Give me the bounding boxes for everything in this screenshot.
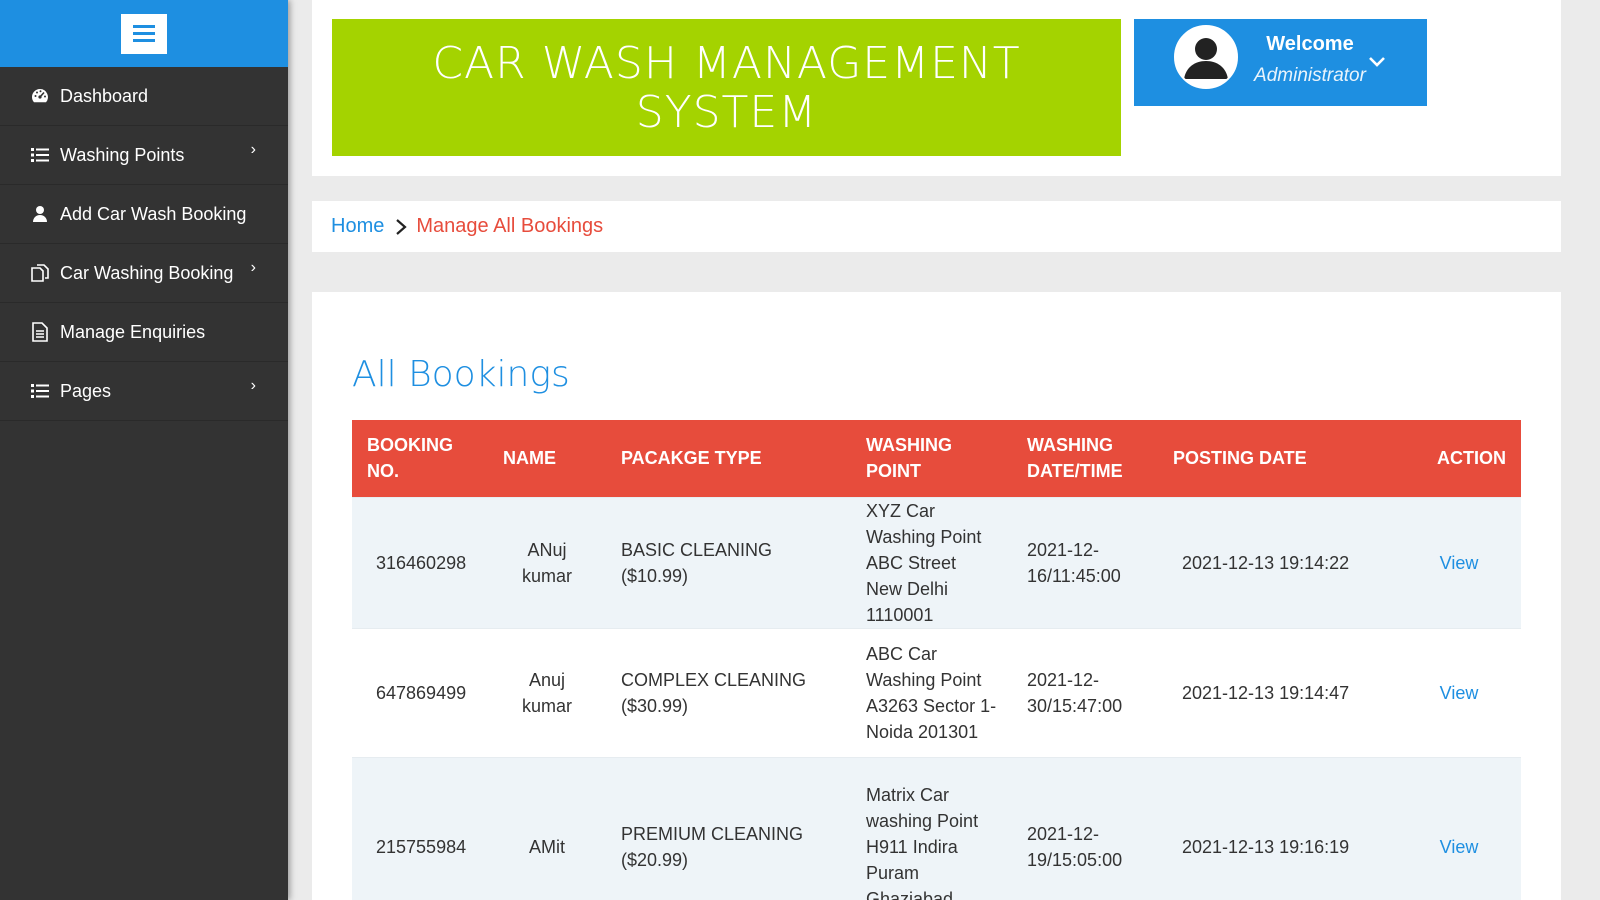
hamburger-icon-bar — [133, 32, 155, 35]
hamburger-icon-bar — [133, 25, 155, 28]
sidebar-item-label: Washing Points — [60, 144, 185, 165]
sidebar-nav: Dashboard Washing Points › Add Car Wash … — [0, 67, 288, 421]
view-booking-link[interactable]: View — [1440, 553, 1479, 573]
column-header-posting-date: POSTING DATE — [1173, 448, 1307, 469]
document-icon — [29, 321, 51, 343]
cell-booking-no: 647869499 — [352, 627, 488, 757]
cell-name: AMit — [488, 756, 606, 900]
cell-washing-point: Matrix Car washing Point H911 Indira Pur… — [851, 756, 1012, 900]
app-title-line2: SYSTEM — [635, 86, 818, 138]
cell-name: Anuj kumar — [488, 627, 606, 757]
sidebar-item-car-washing-booking[interactable]: Car Washing Booking › — [0, 244, 288, 303]
user-role: Administrator — [1254, 65, 1366, 86]
chevron-right-icon: › — [250, 141, 256, 158]
page-title: All Bookings — [352, 354, 570, 395]
sidebar-item-label: Dashboard — [60, 85, 149, 106]
breadcrumb-current: Manage All Bookings — [416, 215, 604, 237]
table-header-row: BOOKING NO. NAME PACAKGE TYPE WASHING PO… — [352, 420, 1521, 497]
cell-posting-date: 2021-12-13 19:16:19 — [1158, 756, 1397, 900]
chevron-right-icon: › — [250, 377, 256, 394]
chevron-right-icon — [394, 218, 408, 236]
sidebar-header — [0, 0, 288, 67]
cell-booking-no: 316460298 — [352, 496, 488, 628]
cell-booking-no: 215755984 — [352, 756, 488, 900]
app-title-banner: CAR WASH MANAGEMENT SYSTEM — [332, 19, 1121, 156]
chevron-down-icon — [1369, 57, 1385, 67]
welcome-label: Welcome — [1266, 33, 1354, 55]
sidebar-item-add-car-wash-booking[interactable]: Add Car Wash Booking — [0, 185, 288, 244]
copy-icon — [29, 262, 51, 284]
user-menu-dropdown[interactable]: Welcome Administrator — [1134, 19, 1427, 106]
column-header-action: ACTION — [1437, 448, 1506, 469]
cell-wash-datetime: 2021-12-19/15:05:00 — [1012, 756, 1158, 900]
column-header-washing-point: WASHING POINT — [866, 435, 953, 482]
header-card: CAR WASH MANAGEMENT SYSTEM Welcome Admin… — [312, 0, 1561, 176]
cell-washing-point: XYZ Car Washing Point ABC Street New Del… — [851, 496, 1012, 628]
bookings-table-wrapper: BOOKING NO. NAME PACAKGE TYPE WASHING PO… — [352, 420, 1521, 900]
list-icon — [29, 380, 51, 402]
view-booking-link[interactable]: View — [1440, 837, 1479, 857]
cell-package: BASIC CLEANING ($10.99) — [606, 496, 851, 628]
sidebar-item-pages[interactable]: Pages › — [0, 362, 288, 421]
sidebar-item-label: Car Washing Booking — [60, 262, 234, 283]
view-booking-link[interactable]: View — [1440, 683, 1479, 703]
breadcrumb: Home Manage All Bookings — [312, 201, 1561, 252]
dashboard-icon — [29, 85, 51, 107]
column-header-package-type: PACAKGE TYPE — [621, 448, 762, 469]
cell-wash-datetime: 2021-12-16/11:45:00 — [1012, 496, 1158, 628]
sidebar-item-manage-enquiries[interactable]: Manage Enquiries — [0, 303, 288, 362]
avatar-icon — [1174, 25, 1238, 89]
sidebar: Dashboard Washing Points › Add Car Wash … — [0, 0, 288, 900]
list-icon — [29, 144, 51, 166]
column-header-name: NAME — [503, 448, 556, 469]
cell-posting-date: 2021-12-13 19:14:47 — [1158, 627, 1397, 757]
table-row: 316460298 ANuj kumar BASIC CLEANING ($10… — [352, 496, 1521, 628]
hamburger-icon-bar — [133, 39, 155, 42]
cell-washing-point: ABC Car Washing Point A3263 Sector 1-Noi… — [851, 627, 1012, 757]
bookings-table: BOOKING NO. NAME PACAKGE TYPE WASHING PO… — [352, 420, 1521, 900]
table-row: 215755984 AMit PREMIUM CLEANING ($20.99)… — [352, 756, 1521, 900]
sidebar-item-label: Add Car Wash Booking — [60, 203, 247, 224]
cell-name: ANuj kumar — [488, 496, 606, 628]
user-icon — [29, 203, 51, 225]
cell-package: COMPLEX CLEANING ($30.99) — [606, 627, 851, 757]
breadcrumb-home-link[interactable]: Home — [331, 215, 384, 238]
sidebar-item-label: Manage Enquiries — [60, 321, 206, 342]
app-title-line1: CAR WASH MANAGEMENT — [432, 37, 1021, 89]
cell-package: PREMIUM CLEANING ($20.99) — [606, 756, 851, 900]
cell-wash-datetime: 2021-12-30/15:47:00 — [1012, 627, 1158, 757]
column-header-booking-no: BOOKING NO. — [367, 435, 454, 482]
welcome-text: Welcome Administrator — [1250, 33, 1370, 87]
menu-toggle-button[interactable] — [121, 13, 167, 54]
sidebar-item-washing-points[interactable]: Washing Points › — [0, 126, 288, 185]
table-row: 647869499 Anuj kumar COMPLEX CLEANING ($… — [352, 627, 1521, 757]
chevron-right-icon: › — [250, 259, 256, 276]
cell-posting-date: 2021-12-13 19:14:22 — [1158, 496, 1397, 628]
sidebar-item-label: Pages — [60, 380, 112, 401]
column-header-washing-datetime: WASHING DATE/TIME — [1027, 435, 1123, 482]
sidebar-item-dashboard[interactable]: Dashboard — [0, 67, 288, 126]
main-content-card: All Bookings BOOKING NO. NAME PACAKGE TY… — [312, 292, 1561, 900]
